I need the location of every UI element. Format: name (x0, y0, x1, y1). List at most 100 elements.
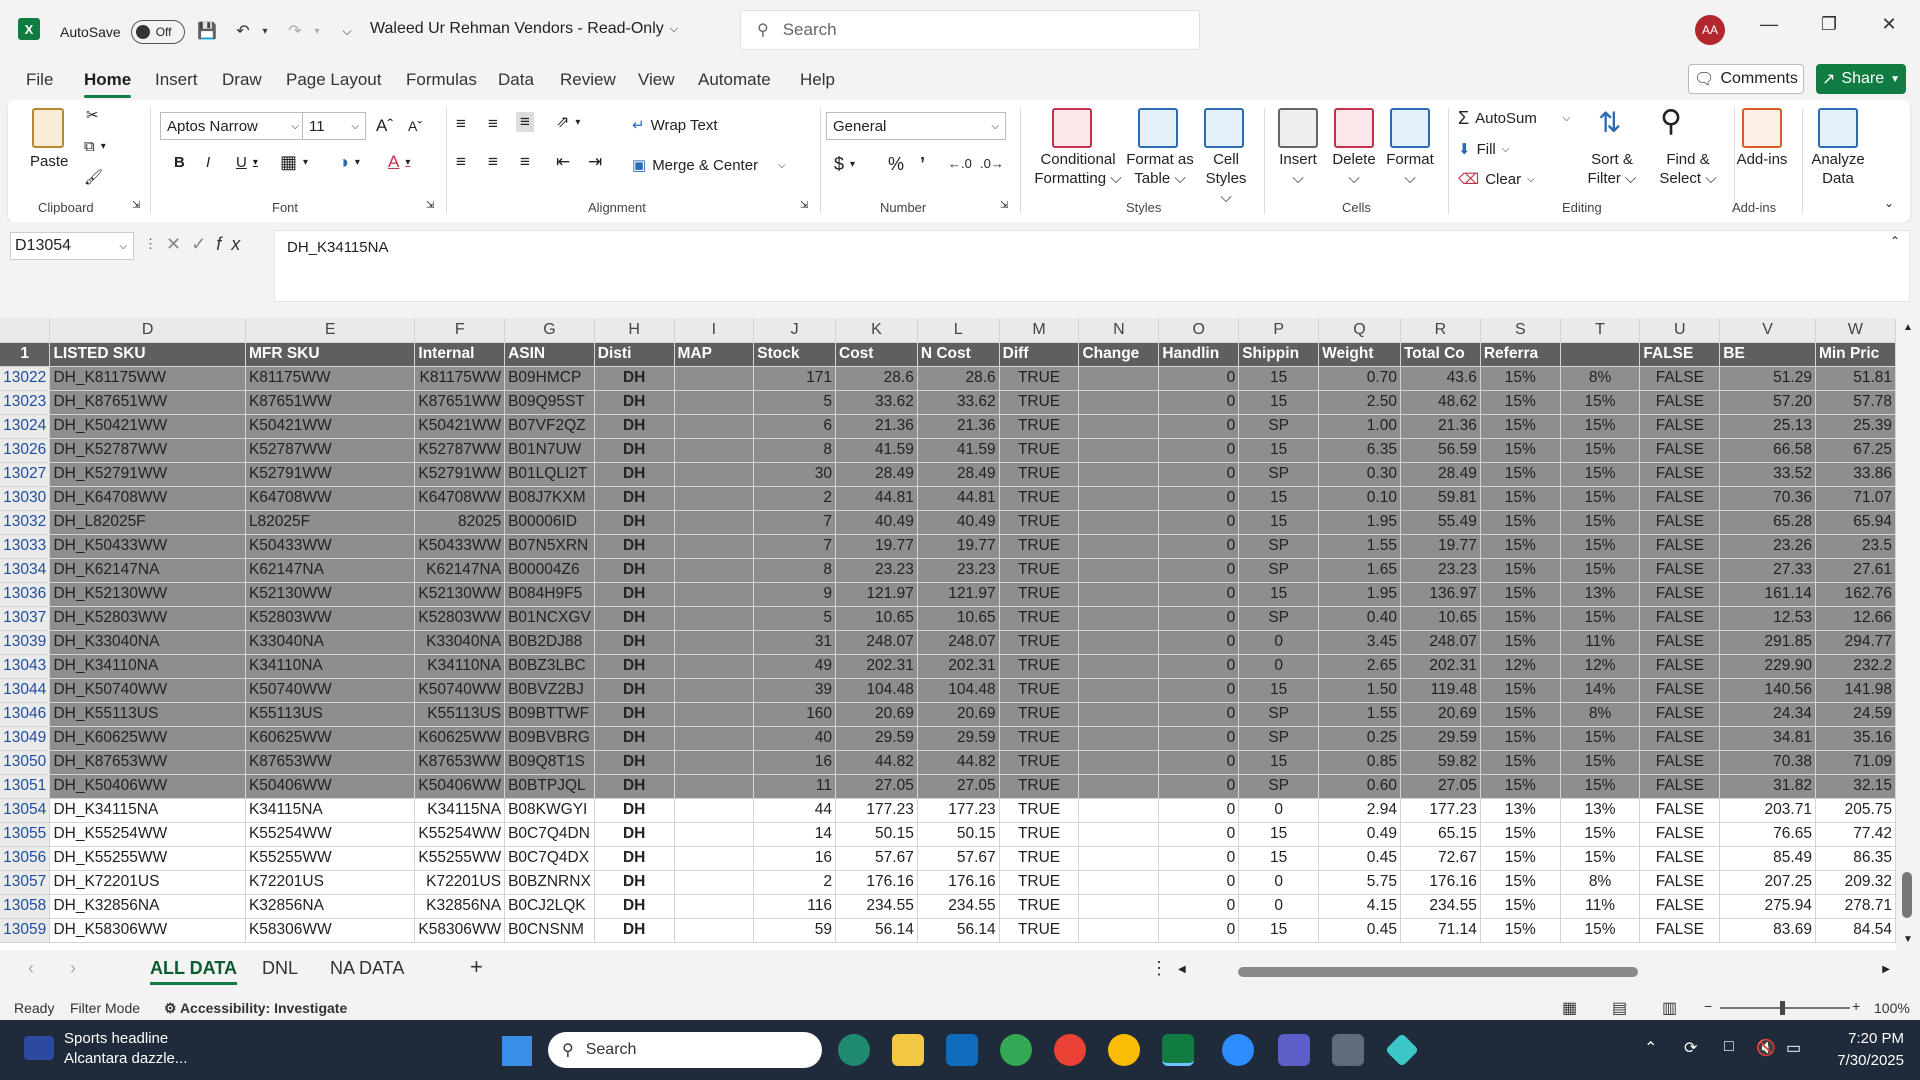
find-select-button[interactable]: Find & Select ⌵ (1650, 150, 1726, 188)
cell[interactable]: 177.23 (1400, 798, 1481, 823)
column-header[interactable]: K (835, 318, 918, 343)
column-header[interactable]: M (999, 318, 1080, 343)
cell[interactable]: K87651WW (245, 390, 416, 415)
zoom-level[interactable]: 100% (1874, 1000, 1910, 1016)
column-heading[interactable]: Stock (753, 342, 837, 367)
percent-icon[interactable]: % (888, 154, 904, 175)
undo-icon[interactable]: ↶ (232, 20, 254, 42)
conditional-formatting-button[interactable]: Conditional Formatting ⌵ (1028, 150, 1128, 188)
row-number[interactable]: 13049 (0, 726, 51, 751)
cell[interactable]: FALSE (1639, 702, 1721, 727)
cell[interactable]: B09BVBRG (504, 726, 595, 751)
cell[interactable]: TRUE (999, 870, 1080, 895)
cell[interactable]: 0.25 (1318, 726, 1401, 751)
cell[interactable]: 0 (1158, 750, 1240, 775)
cell[interactable]: K34115NA (245, 798, 416, 823)
cell[interactable]: K62147NA (245, 558, 416, 583)
column-heading[interactable]: Cost (835, 342, 918, 367)
italic-icon[interactable]: I (206, 154, 210, 171)
column-heading[interactable]: Shippin (1238, 342, 1320, 367)
cell[interactable]: K34110NA (245, 654, 416, 679)
cell[interactable]: 13% (1480, 798, 1561, 823)
column-heading[interactable]: Total Co (1400, 342, 1481, 367)
cell[interactable]: 29.59 (1400, 726, 1481, 751)
cell[interactable]: 15% (1480, 726, 1561, 751)
wrap-text-button[interactable]: ↵ Wrap Text (632, 116, 718, 135)
cell[interactable]: 121.97 (835, 582, 918, 607)
battery-icon[interactable]: ▭ (1786, 1038, 1801, 1058)
zoom-slider[interactable] (1720, 1007, 1850, 1009)
cell[interactable]: FALSE (1639, 630, 1721, 655)
cell[interactable]: 232.2 (1815, 654, 1896, 679)
cell[interactable]: B08KWGYI (504, 798, 595, 823)
row-number[interactable]: 13034 (0, 558, 51, 583)
cell[interactable]: 294.77 (1815, 630, 1896, 655)
cell[interactable]: DH_K58306WW (49, 918, 246, 943)
tab-all-data[interactable]: ALL DATA (150, 958, 237, 985)
cell[interactable]: 41.59 (917, 438, 1000, 463)
cell[interactable] (674, 702, 755, 727)
cell[interactable]: 21.36 (917, 414, 1000, 439)
cell[interactable]: DH (594, 558, 675, 583)
cell[interactable]: 41.59 (835, 438, 918, 463)
font-color-icon[interactable]: A ▾ (388, 152, 410, 172)
cell[interactable]: 2.50 (1318, 390, 1401, 415)
cell[interactable]: 0 (1158, 486, 1240, 511)
cell[interactable]: B0CNSNM (504, 918, 595, 943)
cell[interactable]: B0BZ3LBC (504, 654, 595, 679)
cell[interactable]: DH (594, 846, 675, 871)
row-number[interactable]: 13043 (0, 654, 51, 679)
cell[interactable]: 27.05 (1400, 774, 1481, 799)
cell[interactable]: SP (1238, 702, 1320, 727)
cell[interactable]: 205.75 (1815, 798, 1896, 823)
row-number[interactable]: 13057 (0, 870, 51, 895)
increase-decimal-icon[interactable]: ←.0 (948, 156, 972, 171)
align-left-icon[interactable]: ≡ (456, 152, 466, 172)
cell[interactable] (1078, 438, 1160, 463)
file-explorer-icon[interactable] (892, 1034, 924, 1066)
cell[interactable]: DH_K33040NA (49, 630, 246, 655)
cell[interactable]: TRUE (999, 822, 1080, 847)
underline-icon[interactable]: U ▾ (236, 154, 258, 171)
cancel-icon[interactable]: ✕ (166, 234, 191, 254)
row-number[interactable]: 13024 (0, 414, 51, 439)
news-widget-icon[interactable] (24, 1036, 54, 1060)
cell[interactable]: 57.67 (835, 846, 918, 871)
cell[interactable]: 24.59 (1815, 702, 1896, 727)
cell[interactable]: TRUE (999, 534, 1080, 559)
zoom-slider-thumb[interactable] (1780, 1001, 1785, 1015)
cell[interactable]: 1.55 (1318, 534, 1401, 559)
cell[interactable]: FALSE (1639, 678, 1721, 703)
align-middle-icon[interactable]: ≡ (488, 114, 498, 134)
orientation-icon[interactable]: ⇗ ▾ (556, 112, 580, 132)
outlook-icon[interactable] (946, 1034, 978, 1066)
comments-button[interactable]: 🗨 Comments (1688, 64, 1804, 94)
cell[interactable]: 0 (1158, 822, 1240, 847)
cell[interactable]: DH_K52130WW (49, 582, 246, 607)
cell[interactable]: 0 (1158, 558, 1240, 583)
select-all-corner[interactable] (0, 318, 51, 343)
row-number[interactable]: 13033 (0, 534, 51, 559)
clock-time[interactable]: 7:20 PM (1824, 1030, 1904, 1047)
cell[interactable]: 8% (1560, 702, 1641, 727)
horizontal-scrollbar[interactable]: ◀ ▶ (1176, 964, 1892, 980)
cell[interactable]: 11% (1560, 894, 1641, 919)
cell[interactable]: 0 (1158, 534, 1240, 559)
row-number[interactable]: 1 (0, 342, 51, 367)
cell[interactable]: 177.23 (835, 798, 918, 823)
cell[interactable]: 15 (1238, 510, 1320, 535)
cell[interactable]: DH (594, 870, 675, 895)
cell[interactable]: 177.23 (917, 798, 1000, 823)
cell[interactable] (1078, 870, 1160, 895)
formula-input[interactable]: DH_K34115NA (274, 230, 1910, 302)
cell[interactable] (674, 630, 755, 655)
sort-filter-icon[interactable]: ⇅ (1598, 106, 1621, 139)
cell[interactable]: DH_K55254WW (49, 822, 246, 847)
cell[interactable]: DH (594, 510, 675, 535)
cell[interactable]: 23.23 (917, 558, 1000, 583)
cell[interactable]: FALSE (1639, 558, 1721, 583)
cell[interactable]: 0 (1158, 366, 1240, 391)
cell[interactable]: 25.13 (1719, 414, 1816, 439)
cell[interactable]: K72201US (414, 870, 506, 895)
column-heading[interactable]: FALSE (1639, 342, 1721, 367)
